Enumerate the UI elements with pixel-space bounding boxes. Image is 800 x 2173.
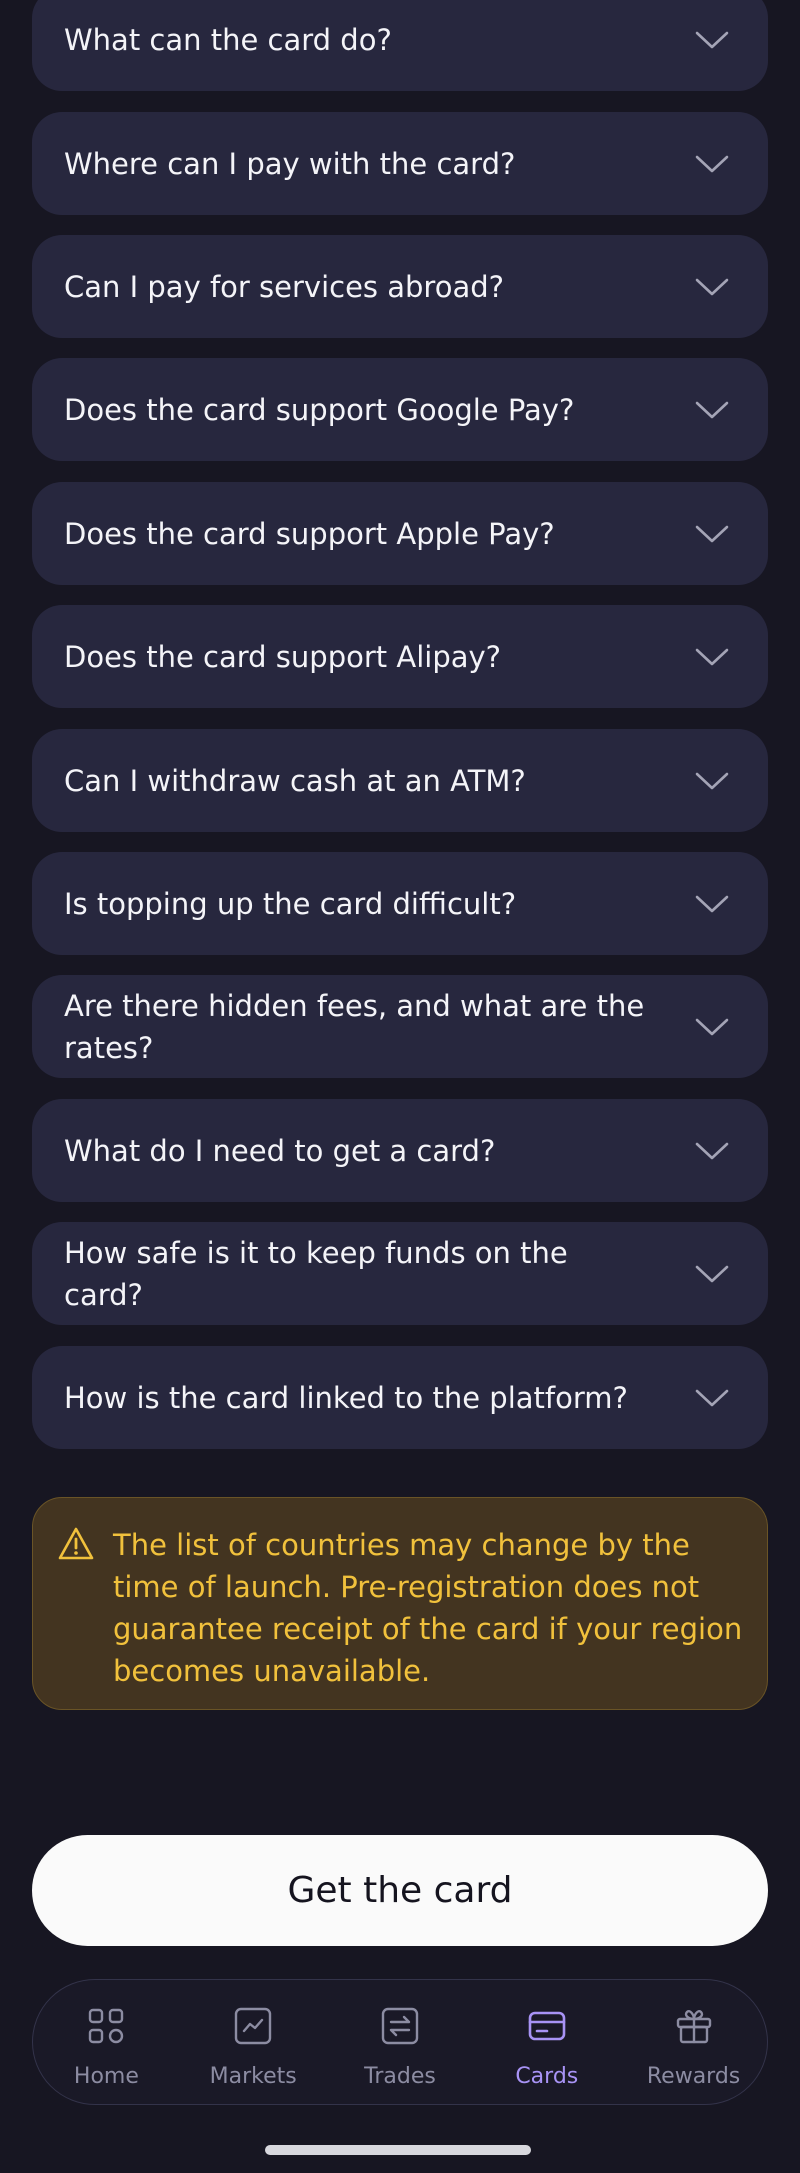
gift-icon [676, 2010, 711, 2044]
faq-question: Can I pay for services abroad? [64, 269, 505, 304]
swap-arrows-icon [381, 2007, 419, 2045]
chevron-down-icon [695, 772, 729, 789]
faq-item[interactable]: Can I pay for services abroad? [32, 235, 768, 338]
faq-question: How is the card linked to the platform? [64, 1380, 628, 1415]
faq-item[interactable]: Is topping up the card difficult? [32, 852, 768, 955]
chevron-down-icon [695, 1142, 729, 1159]
chevron-down-icon [695, 1265, 729, 1282]
bottom-nav: Home Markets Trades Cards Rewards [32, 1979, 768, 2105]
nav-item-cards[interactable]: Cards [473, 1980, 620, 2104]
faq-item[interactable]: How safe is it to keep funds on the card… [32, 1222, 768, 1325]
faq-item[interactable]: What can the card do? [32, 0, 768, 91]
faq-item[interactable]: Does the card support Google Pay? [32, 358, 768, 461]
nav-label: Markets [209, 2064, 297, 2089]
nav-item-markets[interactable]: Markets [180, 1980, 327, 2104]
faq-question: Can I withdraw cash at an ATM? [64, 763, 526, 798]
faq-item[interactable]: Does the card support Apple Pay? [32, 482, 768, 585]
nav-label: Rewards [646, 2064, 741, 2089]
nav-item-trades[interactable]: Trades [327, 1980, 474, 2104]
nav-item-rewards[interactable]: Rewards [620, 1980, 767, 2104]
home-indicator[interactable] [265, 2145, 531, 2155]
nav-item-home[interactable]: Home [33, 1980, 180, 2104]
faq-item[interactable]: Where can I pay with the card? [32, 112, 768, 215]
faq-question: Is topping up the card difficult? [64, 886, 517, 921]
warning-notice: The list of countries may change by the … [32, 1497, 768, 1710]
chevron-down-icon [695, 1018, 729, 1035]
faq-question: Where can I pay with the card? [64, 146, 516, 181]
chevron-down-icon [695, 895, 729, 912]
chevron-down-icon [695, 31, 729, 48]
faq-item[interactable]: How is the card linked to the platform? [32, 1346, 768, 1449]
warning-triangle-icon [58, 1527, 94, 1560]
chevron-down-icon [695, 155, 729, 172]
home-grid-icon [89, 2008, 124, 2044]
faq-question: Are there hidden fees, and what are the … [64, 988, 645, 1065]
nav-label: Home [73, 2064, 139, 2089]
faq-item[interactable]: Does the card support Alipay? [32, 605, 768, 708]
chevron-down-icon [695, 1389, 729, 1406]
chevron-down-icon [695, 401, 729, 418]
faq-question: Does the card support Google Pay? [64, 392, 575, 427]
nav-label: Cards [515, 2064, 579, 2089]
faq-item[interactable]: Are there hidden fees, and what are the … [32, 975, 768, 1078]
faq-question: How safe is it to keep funds on the card… [64, 1235, 568, 1312]
chevron-down-icon [695, 278, 729, 295]
warning-text: The list of countries may change by the … [113, 1528, 743, 1688]
chart-line-icon [234, 2007, 272, 2045]
faq-question: What can the card do? [64, 22, 392, 57]
nav-label: Trades [364, 2064, 436, 2089]
chevron-down-icon [695, 648, 729, 665]
faq-question: Does the card support Apple Pay? [64, 516, 555, 551]
faq-item[interactable]: What do I need to get a card? [32, 1099, 768, 1202]
faq-item[interactable]: Can I withdraw cash at an ATM? [32, 729, 768, 832]
credit-card-icon [528, 2011, 566, 2041]
faq-question: What do I need to get a card? [64, 1133, 496, 1168]
get-card-button[interactable]: Get the card [32, 1835, 768, 1946]
chevron-down-icon [695, 525, 729, 542]
faq-question: Does the card support Alipay? [64, 639, 502, 674]
